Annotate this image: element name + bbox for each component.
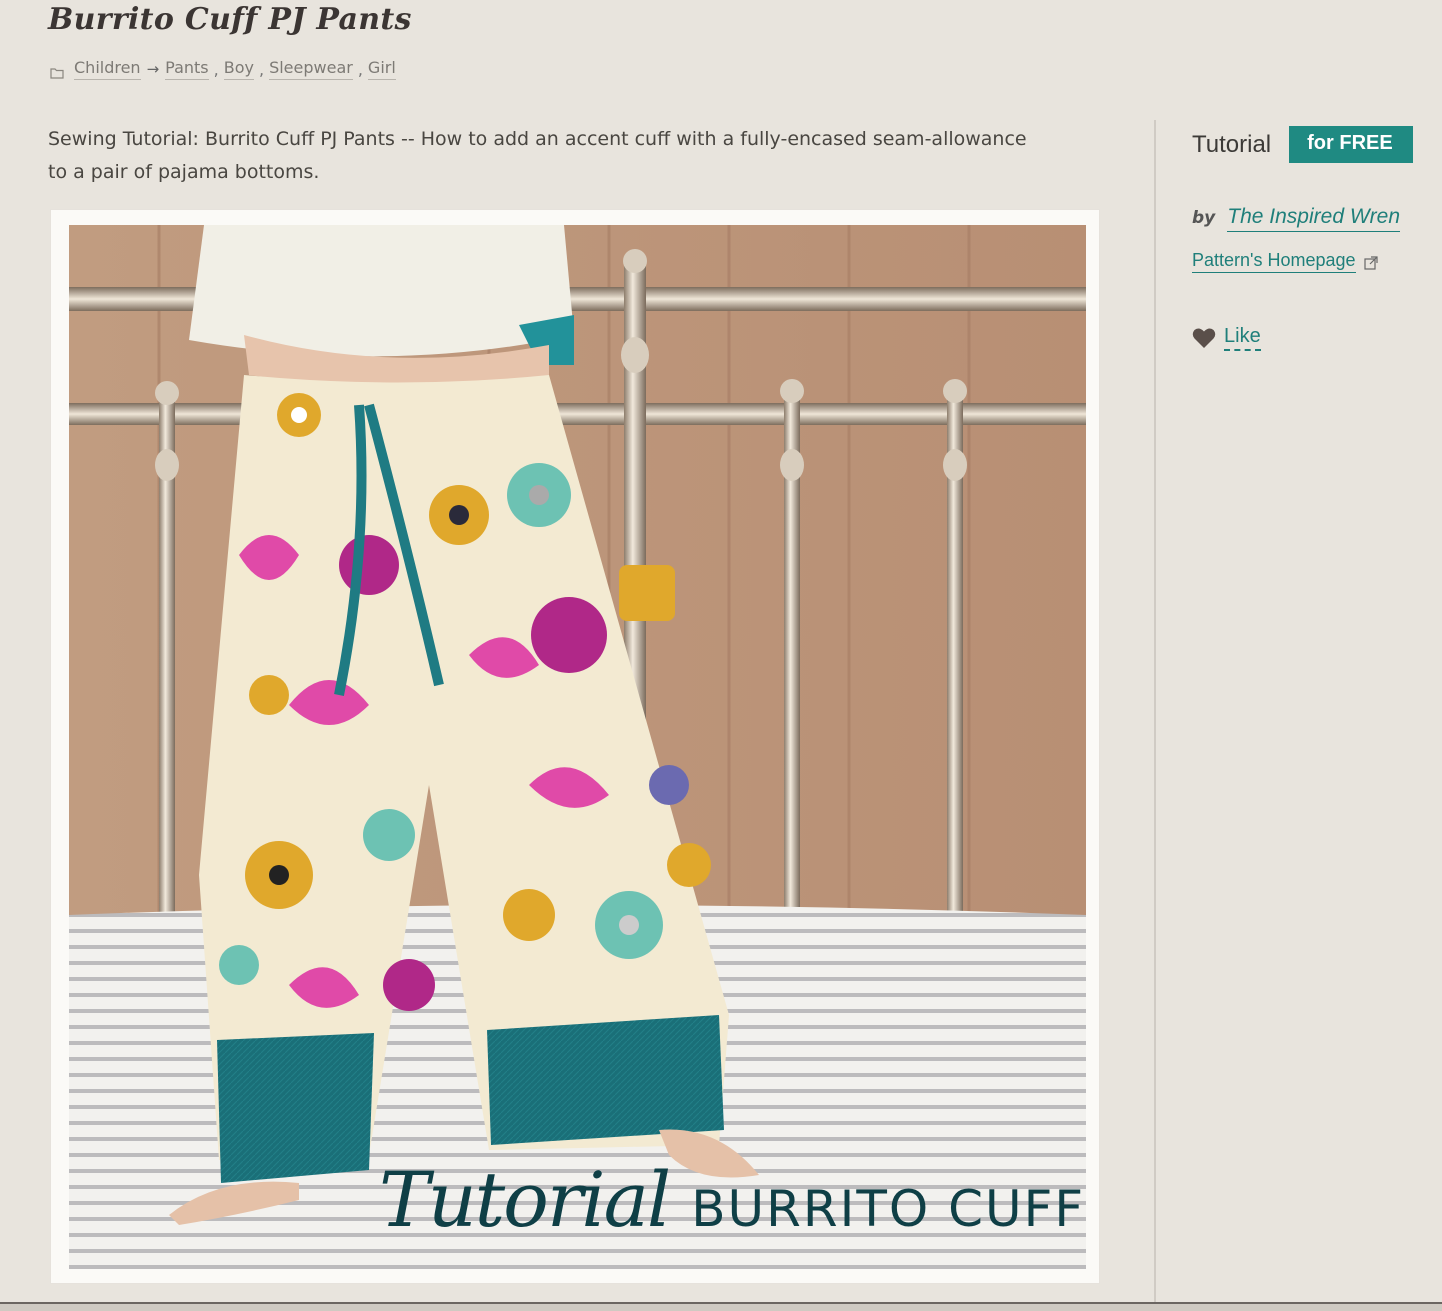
breadcrumb: Children → Pants, Boy, Sleepwear, Girl (50, 58, 396, 80)
pattern-photo[interactable]: Tutorial BURRITO CUFF (69, 225, 1086, 1269)
breadcrumb-item-sleepwear[interactable]: Sleepwear (269, 58, 353, 80)
photo-caption: Tutorial BURRITO CUFF (379, 1155, 1085, 1244)
external-link-icon[interactable] (1363, 255, 1378, 270)
breadcrumb-item-girl[interactable]: Girl (367, 58, 396, 80)
homepage-row: Pattern's Homepage (1192, 250, 1432, 273)
bottom-border (0, 1302, 1442, 1311)
heart-icon[interactable] (1192, 327, 1216, 349)
page-title: Burrito Cuff PJ Pants (48, 2, 412, 37)
pattern-type-label: Tutorial (1192, 130, 1272, 158)
breadcrumb-item-children[interactable]: Children (74, 58, 141, 80)
pattern-photo-frame: Tutorial BURRITO CUFF (50, 209, 1100, 1284)
sidebar-divider (1154, 120, 1156, 1311)
breadcrumb-item-boy[interactable]: Boy (223, 58, 254, 80)
photo-caption-script: Tutorial (379, 1155, 671, 1244)
sidebar: Tutorial for FREE by The Inspired Wren P… (1192, 126, 1432, 351)
author-link[interactable]: The Inspired Wren (1227, 205, 1401, 232)
price-badge: for FREE (1289, 126, 1413, 163)
folder-icon (50, 64, 64, 79)
pattern-description: Sewing Tutorial: Burrito Cuff PJ Pants -… (48, 128, 1027, 183)
like-button[interactable]: Like (1224, 325, 1261, 351)
breadcrumb-separator: , (258, 59, 265, 79)
breadcrumb-arrow: → (146, 60, 160, 78)
by-label: by (1192, 208, 1216, 228)
author-row: by The Inspired Wren (1192, 205, 1432, 232)
breadcrumb-separator: , (213, 59, 219, 79)
breadcrumb-item-pants[interactable]: Pants (165, 58, 209, 80)
pattern-homepage-link[interactable]: Pattern's Homepage (1192, 250, 1356, 273)
breadcrumb-separator: , (357, 59, 363, 79)
photo-caption-caps: BURRITO CUFF (691, 1180, 1086, 1238)
pattern-type-row: Tutorial for FREE (1192, 126, 1432, 163)
like-row[interactable]: Like (1192, 325, 1432, 351)
photo-illustration (69, 225, 1086, 1269)
